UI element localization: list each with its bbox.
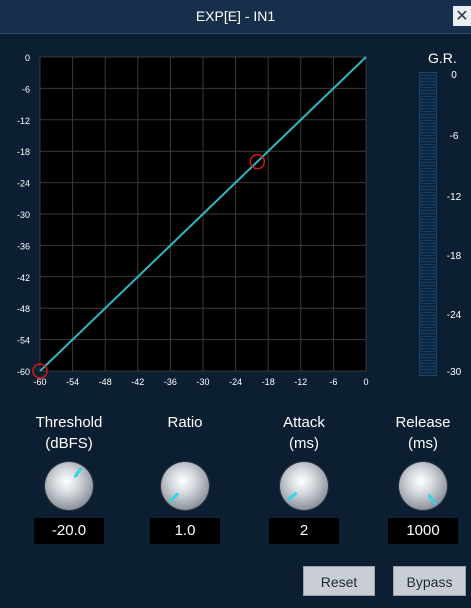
- attack-label-line1: Attack: [283, 414, 325, 431]
- ratio-label-line1: Ratio: [167, 414, 203, 431]
- attack-knob-indicator: [286, 491, 298, 502]
- release-knob-indicator: [427, 493, 437, 505]
- threshold-label-line2: (dBFS): [45, 435, 93, 452]
- attack-control: Attack (ms) 2: [254, 412, 354, 544]
- gr-tick-6: -6: [449, 131, 459, 142]
- attack-value-field[interactable]: 2: [269, 518, 339, 544]
- y-tick-label: -54: [17, 336, 30, 346]
- release-label-line1: Release: [395, 414, 451, 431]
- y-tick-label: -60: [17, 367, 30, 377]
- y-tick-label: -24: [17, 179, 30, 189]
- y-tick-label: -6: [22, 84, 30, 94]
- threshold-control: Threshold (dBFS) -20.0: [19, 412, 119, 544]
- release-label-line2: (ms): [408, 435, 438, 452]
- x-tick-label: -36: [164, 377, 177, 387]
- attack-label-line2: (ms): [289, 435, 319, 452]
- gr-tick-30: -30: [446, 367, 462, 378]
- y-tick-label: -42: [17, 273, 30, 283]
- attack-knob[interactable]: [280, 462, 328, 510]
- x-tick-label: -6: [329, 377, 337, 387]
- bypass-button[interactable]: Bypass: [393, 566, 466, 596]
- release-control: Release (ms) 1000: [373, 412, 471, 544]
- x-tick-label: 0: [363, 377, 368, 387]
- x-tick-label: -12: [294, 377, 307, 387]
- gr-tick-24: -24: [446, 310, 462, 321]
- gr-tick-0: 0: [451, 70, 457, 81]
- ratio-label: Ratio: [135, 412, 235, 456]
- close-icon[interactable]: ✕: [453, 6, 471, 26]
- ratio-knob[interactable]: [161, 462, 209, 510]
- y-tick-label: -48: [17, 304, 30, 314]
- release-value-field[interactable]: 1000: [388, 518, 458, 544]
- gr-meter-label: G.R.: [428, 50, 457, 66]
- threshold-knob-indicator: [73, 467, 83, 479]
- release-knob[interactable]: [399, 462, 447, 510]
- y-tick-label: -18: [17, 147, 30, 157]
- y-tick-label: 0: [25, 53, 30, 63]
- gr-tick-18: -18: [446, 251, 462, 262]
- gr-tick-12: -12: [446, 192, 462, 203]
- x-tick-label: -42: [131, 377, 144, 387]
- ratio-knob-indicator: [168, 492, 179, 503]
- y-tick-label: -12: [17, 116, 30, 126]
- x-tick-label: -18: [262, 377, 275, 387]
- release-label: Release (ms): [373, 412, 471, 456]
- y-tick-label: -36: [17, 241, 30, 251]
- x-tick-label: -54: [66, 377, 79, 387]
- gr-meter: [419, 72, 437, 376]
- transfer-curve-graph[interactable]: 0-6-12-18-24-30-36-42-48-54-60-60 -54 -48-…: [0, 40, 410, 394]
- ratio-control: Ratio 1.0: [135, 412, 235, 544]
- reset-button[interactable]: Reset: [303, 566, 375, 596]
- x-tick-label: -30: [196, 377, 209, 387]
- ratio-value-field[interactable]: 1.0: [150, 518, 220, 544]
- threshold-label-line1: Threshold: [35, 414, 103, 431]
- y-tick-label: -30: [17, 210, 30, 220]
- threshold-value-field[interactable]: -20.0: [34, 518, 104, 544]
- threshold-knob[interactable]: [45, 462, 93, 510]
- attack-label: Attack (ms): [254, 412, 354, 456]
- title-bar: EXP[E] - IN1 ✕: [0, 0, 471, 34]
- threshold-label: Threshold (dBFS): [19, 412, 119, 456]
- x-tick-label: -48: [99, 377, 112, 387]
- x-tick-label: -24: [229, 377, 242, 387]
- window-title: EXP[E] - IN1: [195, 8, 276, 24]
